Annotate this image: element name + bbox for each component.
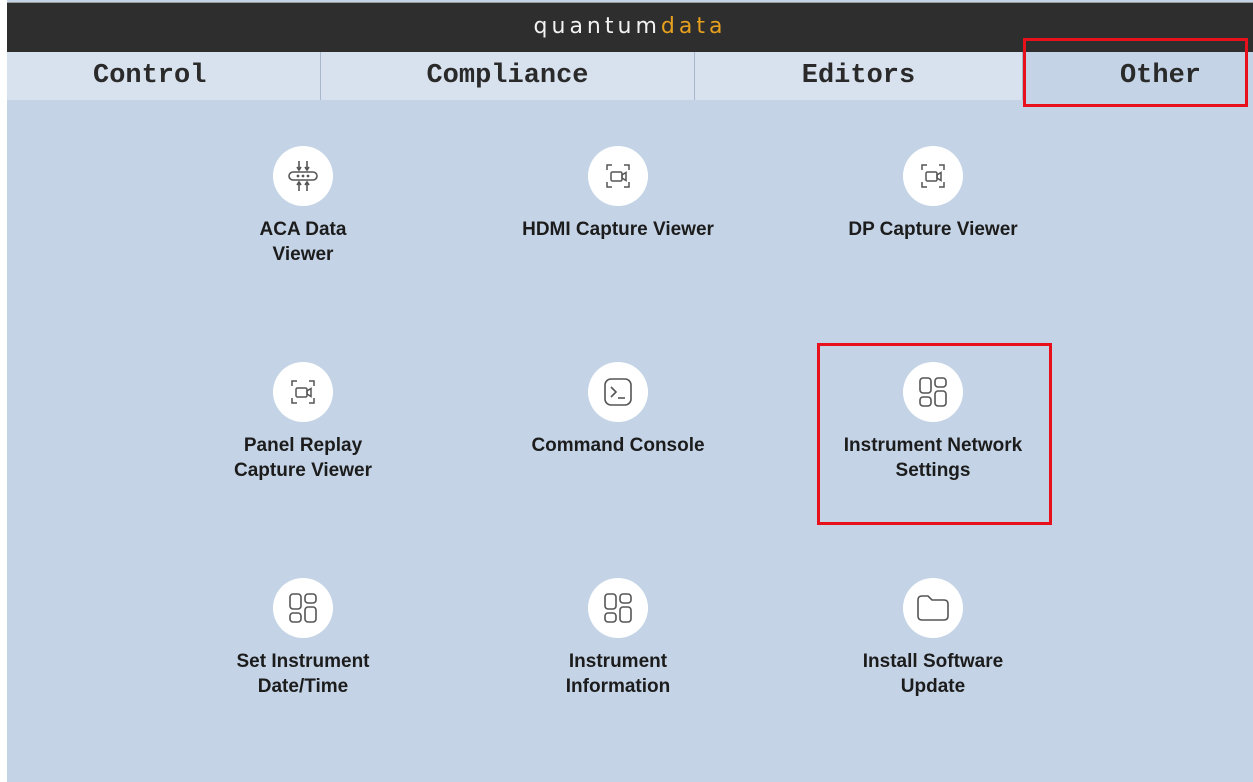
brand-logo: quantumdata (7, 13, 1253, 41)
folder-icon (903, 578, 963, 638)
tile-label-line2: Viewer (272, 244, 334, 265)
tile-label: Install Software Update (813, 649, 1053, 699)
capture-camera-icon (903, 146, 963, 206)
tile-label-line1: DP Capture Viewer (848, 219, 1018, 240)
tile-label-line1: Panel Replay (243, 435, 363, 456)
tile-instrument-network-settings[interactable]: Instrument Network Settings (813, 362, 1053, 483)
tile-label-line1: Set Instrument (236, 651, 370, 672)
tile-instrument-information[interactable]: Instrument Information (498, 578, 738, 699)
tile-label-line1: Install Software (862, 651, 1004, 672)
tab-editors[interactable]: Editors (695, 52, 1023, 100)
tile-label: DP Capture Viewer (813, 217, 1053, 242)
tile-aca-data-viewer[interactable]: ACA Data Viewer (183, 146, 423, 267)
brand-text-data: data (660, 14, 727, 39)
tile-label-line1: Instrument (568, 651, 668, 672)
tile-label: Command Console (498, 433, 738, 458)
terminal-icon (588, 362, 648, 422)
tile-label-line2: Update (900, 676, 966, 697)
tab-compliance[interactable]: Compliance (321, 52, 695, 100)
tile-dp-capture-viewer[interactable]: DP Capture Viewer (813, 146, 1053, 242)
apps-grid-icon (273, 578, 333, 638)
title-bar: quantumdata (7, 2, 1253, 52)
tile-label-line1: Instrument Network (843, 435, 1023, 456)
tab-control[interactable]: Control (7, 52, 321, 100)
tile-label-line1: HDMI Capture Viewer (522, 219, 714, 240)
tile-label: Panel Replay Capture Viewer (183, 433, 423, 483)
capture-camera-icon (588, 146, 648, 206)
tile-command-console[interactable]: Command Console (498, 362, 738, 458)
brand-text-quantum: quantum (533, 14, 661, 39)
tile-label-line2: Capture Viewer (234, 460, 372, 481)
tile-hdmi-capture-viewer[interactable]: HDMI Capture Viewer (498, 146, 738, 242)
app-frame: quantumdata Control Compliance Editors O… (7, 0, 1253, 782)
apps-grid-icon (903, 362, 963, 422)
tab-bar: Control Compliance Editors Other (7, 52, 1253, 100)
tile-label: ACA Data Viewer (183, 217, 423, 267)
tile-label-line2: Settings (895, 460, 971, 481)
tile-label: Instrument Information (498, 649, 738, 699)
tile-label-line2: Date/Time (257, 676, 349, 697)
capture-camera-icon (273, 362, 333, 422)
tile-panel-replay-capture-viewer[interactable]: Panel Replay Capture Viewer (183, 362, 423, 483)
tile-set-instrument-date-time[interactable]: Set Instrument Date/Time (183, 578, 423, 699)
tile-label: HDMI Capture Viewer (498, 217, 738, 242)
tile-label: Set Instrument Date/Time (183, 649, 423, 699)
tile-label: Instrument Network Settings (813, 433, 1053, 483)
tile-label-line1: ACA Data (259, 219, 347, 240)
tile-label-line1: Command Console (531, 435, 705, 456)
tab-other[interactable]: Other (1023, 52, 1253, 100)
aca-data-icon (273, 146, 333, 206)
tile-install-software-update[interactable]: Install Software Update (813, 578, 1053, 699)
tile-label-line2: Information (565, 676, 671, 697)
apps-grid-icon (588, 578, 648, 638)
